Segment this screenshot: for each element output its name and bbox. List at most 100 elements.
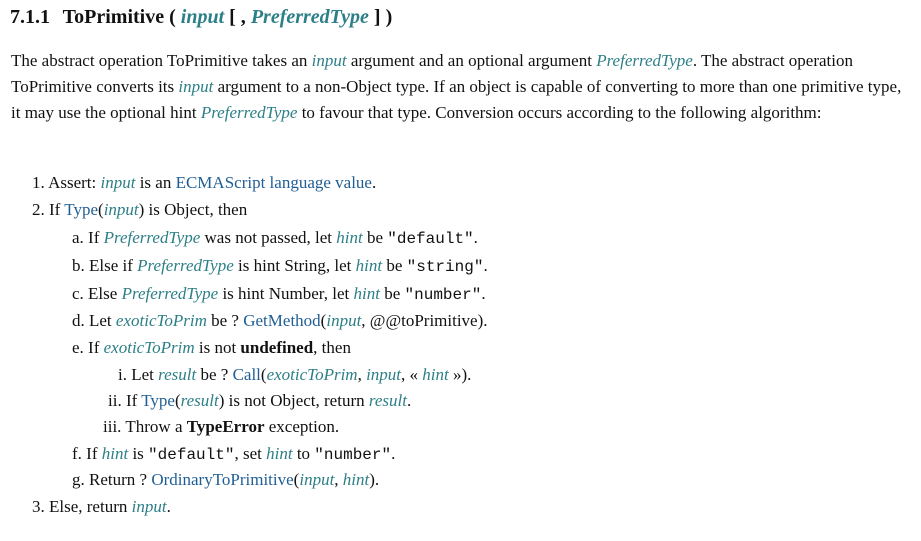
step-text: exception. [264,417,340,436]
spec-page: 7.1.1 ToPrimitive ( input [ , PreferredT… [0,0,921,541]
code-literal: "string" [406,258,484,276]
heading-close: ] ) [373,6,393,28]
link-ecmascript-language-value[interactable]: ECMAScript language value [176,173,372,192]
var-input[interactable]: input [326,311,361,330]
step-marker: iii. [103,417,122,436]
step-text: Let [131,365,159,384]
step-3: 3. Else, return input. [32,496,171,518]
step-2e: e. If exoticToPrim is not undefined, the… [72,337,351,359]
code-literal: "number" [314,446,392,464]
step-marker: a. [72,228,84,247]
step-marker: 3. [32,497,45,516]
var-hint[interactable]: hint [354,284,380,303]
step-text: Else if [89,256,138,275]
var-input[interactable]: input [299,470,334,489]
var-hint[interactable]: hint [336,228,362,247]
step-2e-ii: ii. If Type(result) is not Object, retur… [108,390,411,412]
step-text: ) is not Object, return [218,391,369,410]
step-text: If [88,338,104,357]
step-text: If [125,391,142,410]
step-2c: c. Else PreferredType is hint Number, le… [72,283,486,306]
code-literal: "number" [404,286,482,304]
step-text: . [481,284,486,303]
link-type[interactable]: Type [141,391,175,410]
step-marker: g. [72,470,85,489]
step-2: 2. If Type(input) is Object, then [32,199,247,221]
link-get-method[interactable]: GetMethod [243,311,320,330]
step-marker: c. [72,284,84,303]
heading-open-paren: ( [169,6,176,28]
step-text: Else [88,284,122,303]
var-input[interactable]: input [100,173,135,192]
step-text: If [86,444,102,463]
var-hint[interactable]: hint [422,365,448,384]
step-text: is hint String, let [233,256,356,275]
var-preferred-type[interactable]: PreferredType [104,228,201,247]
step-text: is an [135,173,176,192]
bold-undefined: undefined [240,338,314,357]
section-number: 7.1.1 [10,6,50,28]
var-exotic-to-prim[interactable]: exoticToPrim [116,311,207,330]
var-hint[interactable]: hint [102,444,128,463]
link-ordinary-to-primitive[interactable]: OrdinaryToPrimitive [151,470,293,489]
link-call[interactable]: Call [233,365,261,384]
step-text: ) is Object, then [138,200,248,219]
step-text: be ? [196,365,233,384]
step-2d: d. Let exoticToPrim be ? GetMethod(input… [72,310,488,332]
heading-open-bracket: [ , [229,6,246,28]
step-marker: e. [72,338,84,357]
step-text: . [391,444,396,463]
step-marker: 1. [32,173,45,192]
section-heading: 7.1.1 ToPrimitive ( input [ , PreferredT… [10,6,392,29]
step-text: . [473,228,478,247]
step-text: Throw a [125,417,187,436]
var-input[interactable]: input [132,497,167,516]
step-text: , [357,365,367,384]
var-input[interactable]: input [178,77,213,96]
var-preferred-type[interactable]: PreferredType [122,284,219,303]
step-text: , then [313,338,351,357]
var-hint[interactable]: hint [266,444,292,463]
step-text: be [382,256,407,275]
step-text: was not passed, let [200,228,337,247]
step-text: ). [369,470,380,489]
step-2g: g. Return ? OrdinaryToPrimitive(input, h… [72,469,379,491]
step-text: . [483,256,488,275]
link-type[interactable]: Type [64,200,98,219]
var-hint[interactable]: hint [343,470,369,489]
var-input[interactable]: input [104,200,139,219]
step-text: is not [194,338,241,357]
var-result[interactable]: result [369,391,407,410]
var-exotic-to-prim[interactable]: exoticToPrim [267,365,358,384]
step-text: . [371,173,377,192]
step-2b: b. Else if PreferredType is hint String,… [72,255,488,278]
step-text: Let [89,311,116,330]
var-input[interactable]: input [366,365,401,384]
bold-type-error: TypeError [186,417,265,436]
var-result[interactable]: result [158,365,196,384]
step-marker: ii. [108,391,122,410]
step-text: is [128,444,149,463]
intro-text: to favour that type. Conversion occurs a… [297,103,822,122]
step-text: . [166,497,171,516]
intro-text: argument and an optional argument [346,51,597,70]
var-exotic-to-prim[interactable]: exoticToPrim [104,338,195,357]
operation-name: ToPrimitive [62,6,165,28]
var-result[interactable]: result [181,391,219,410]
step-text: , set [234,444,267,463]
step-text: be [362,228,388,247]
step-text: If [49,200,65,219]
step-marker: f. [72,444,82,463]
param-input: input [180,6,225,28]
step-1: 1. Assert: input is an ECMAScript langua… [32,172,376,194]
var-preferred-type[interactable]: PreferredType [596,51,693,70]
var-hint[interactable]: hint [356,256,382,275]
var-input[interactable]: input [312,51,347,70]
step-text: If [88,228,104,247]
step-marker: d. [72,311,85,330]
step-text: to [292,444,315,463]
step-2e-i: i. Let result be ? Call(exoticToPrim, in… [118,364,471,386]
var-preferred-type[interactable]: PreferredType [137,256,234,275]
step-2e-iii: iii. Throw a TypeError exception. [103,416,339,438]
var-preferred-type[interactable]: PreferredType [201,103,298,122]
